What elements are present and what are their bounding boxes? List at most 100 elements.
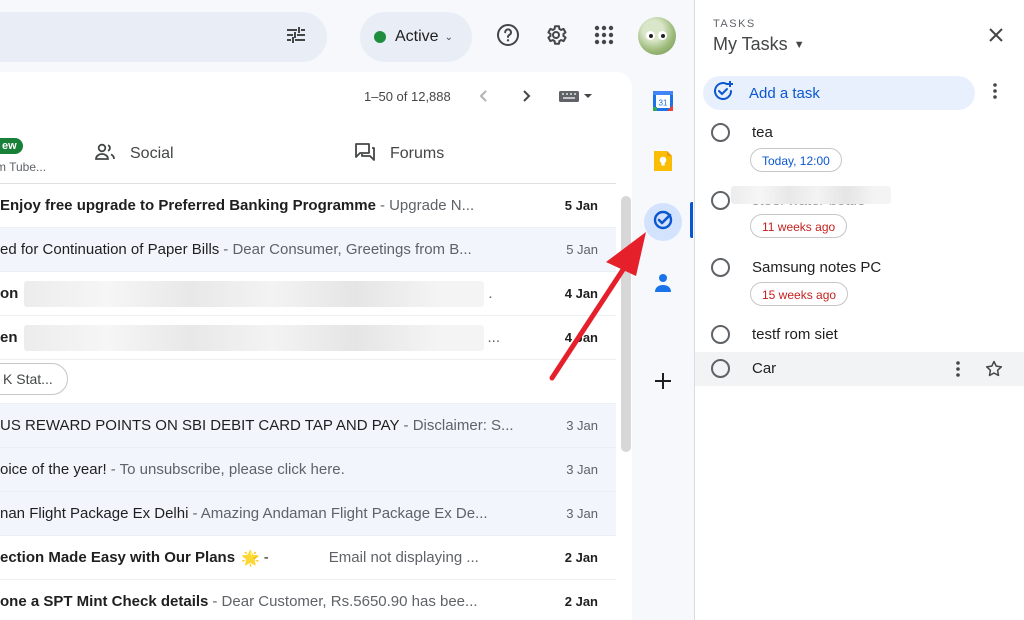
tab-social[interactable]: Social [94, 124, 174, 184]
tasks-icon [652, 209, 674, 236]
tab-forums-label: Forums [390, 145, 445, 162]
email-row[interactable]: one a SPT Mint Check details - Dear Cust… [0, 580, 616, 620]
mail-list-panel: 1–50 of 12,888 ew m Tube... Social Forum… [0, 72, 632, 620]
tasks-panel: TASKS My Tasks ▼ Add a task tea Today, 1… [694, 0, 1024, 620]
blurred-content [24, 280, 485, 307]
task-checkbox[interactable] [711, 123, 730, 142]
task-due-chip[interactable]: Today, 12:00 [750, 148, 842, 172]
attachment-chip[interactable]: K Stat... [0, 363, 68, 395]
email-row[interactable]: oice of the year! - To unsubscribe, plea… [0, 448, 616, 492]
star-icon [985, 360, 1003, 377]
filter-icon [284, 23, 308, 52]
chevron-down-icon: ⌄ [444, 31, 453, 43]
task-options-button[interactable] [950, 358, 966, 380]
email-date: 5 Jan [556, 198, 598, 213]
forum-icon [354, 142, 376, 167]
status-label: Active [395, 28, 439, 45]
star-emoji: 🌟 [241, 549, 260, 567]
apps-grid-icon [593, 24, 615, 51]
contacts-button[interactable] [644, 266, 682, 304]
email-row[interactable]: ection Made Easy with Our Plans 🌟 - Emai… [0, 536, 616, 580]
help-button[interactable] [490, 19, 526, 55]
search-options-button[interactable] [278, 20, 314, 54]
settings-button[interactable] [538, 19, 574, 55]
side-panel-rail: 31 [633, 72, 693, 620]
email-snippet: - Upgrade N... [379, 197, 475, 214]
older-button[interactable] [512, 84, 540, 112]
email-subject: en [0, 329, 18, 346]
task-title: Samsung notes PC [752, 259, 882, 276]
status-dropdown[interactable]: Active ⌄ [360, 12, 472, 62]
category-tabs: ew m Tube... Social Forums [0, 124, 616, 184]
tasks-eyebrow: TASKS [713, 18, 756, 30]
email-date: 3 Jan [558, 462, 598, 477]
avatar[interactable] [638, 17, 676, 55]
email-row[interactable]: ed for Continuation of Paper Bills - Dea… [0, 228, 616, 272]
tab-social-label: Social [130, 145, 174, 162]
task-due-chip[interactable]: 11 weeks ago [750, 214, 848, 238]
task-title: Car [752, 360, 777, 377]
close-button[interactable] [981, 22, 1011, 52]
task-checkbox[interactable] [711, 191, 730, 210]
task-checkbox[interactable] [711, 359, 730, 378]
keyboard-icon [558, 89, 592, 108]
task-list-dropdown[interactable]: My Tasks ▼ [713, 34, 805, 55]
task-checkbox[interactable] [711, 258, 730, 277]
caret-down-icon: ▼ [793, 38, 805, 51]
keep-button[interactable] [644, 144, 682, 182]
email-snippet: - Dear Customer, Rs.5650.90 has bee... [212, 593, 478, 610]
tab-forums[interactable]: Forums [354, 124, 444, 184]
chevron-right-icon [520, 89, 532, 108]
add-task-icon [711, 79, 735, 108]
task-checkbox[interactable] [711, 325, 730, 344]
email-date: 3 Jan [558, 506, 598, 521]
task-item[interactable]: Car [695, 352, 1024, 386]
get-addons-button[interactable] [644, 364, 682, 402]
newer-button[interactable] [470, 84, 498, 112]
scrollbar[interactable] [621, 196, 631, 452]
email-row[interactable]: on . 4 Jan [0, 272, 616, 316]
email-subject: on [0, 285, 19, 302]
add-icon [654, 372, 672, 395]
star-button[interactable] [983, 358, 1005, 380]
email-subject: oice of the year! [0, 461, 107, 478]
people-icon [94, 142, 116, 167]
email-date: 2 Jan [556, 594, 598, 609]
top-bar: Active ⌄ [0, 0, 694, 72]
tab-promotions[interactable]: ew m Tube... [0, 124, 80, 184]
email-subject: ed for Continuation of Paper Bills [0, 241, 220, 258]
email-subject: ection Made Easy with Our Plans [0, 549, 236, 566]
keep-icon [653, 150, 673, 177]
email-row[interactable]: US REWARD POINTS ON SBI DEBIT CARD TAP A… [0, 404, 616, 448]
add-task-button[interactable]: Add a task [703, 76, 975, 110]
task-item[interactable]: testf rom siet [695, 320, 1024, 350]
task-title: testf rom siet [752, 326, 838, 343]
new-badge: ew [0, 138, 23, 154]
list-options-button[interactable] [983, 80, 1007, 106]
help-icon [496, 23, 520, 52]
apps-button[interactable] [586, 19, 622, 55]
attachment-row: K Stat... [0, 360, 616, 404]
calendar-icon: 31 [652, 90, 674, 117]
email-list: Enjoy free upgrade to Preferred Banking … [0, 184, 616, 620]
task-due-chip[interactable]: 15 weeks ago [750, 282, 849, 306]
task-item[interactable]: steel water bottle 11 weeks ago [695, 186, 1024, 248]
calendar-button[interactable]: 31 [644, 84, 682, 122]
more-vert-icon [993, 82, 997, 104]
email-row[interactable]: Enjoy free upgrade to Preferred Banking … [0, 184, 616, 228]
email-snippet: - Dear Consumer, Greetings from B... [223, 241, 472, 258]
tasks-button[interactable] [644, 203, 682, 241]
close-icon [988, 27, 1004, 48]
email-date: 3 Jan [558, 418, 598, 433]
input-tools-button[interactable] [554, 86, 596, 110]
avatar-eye [646, 31, 655, 40]
task-item[interactable]: tea Today, 12:00 [695, 118, 1024, 180]
email-row[interactable]: en ... 4 Jan [0, 316, 616, 360]
email-row[interactable]: nan Flight Package Ex Delhi - Amazing An… [0, 492, 616, 536]
chevron-left-icon [478, 89, 490, 108]
email-date: 4 Jan [556, 286, 598, 301]
svg-text:31: 31 [659, 98, 668, 107]
task-item[interactable]: Samsung notes PC 15 weeks ago [695, 253, 1024, 315]
email-date: 4 Jan [556, 330, 598, 345]
list-toolbar: 1–50 of 12,888 [0, 72, 632, 124]
